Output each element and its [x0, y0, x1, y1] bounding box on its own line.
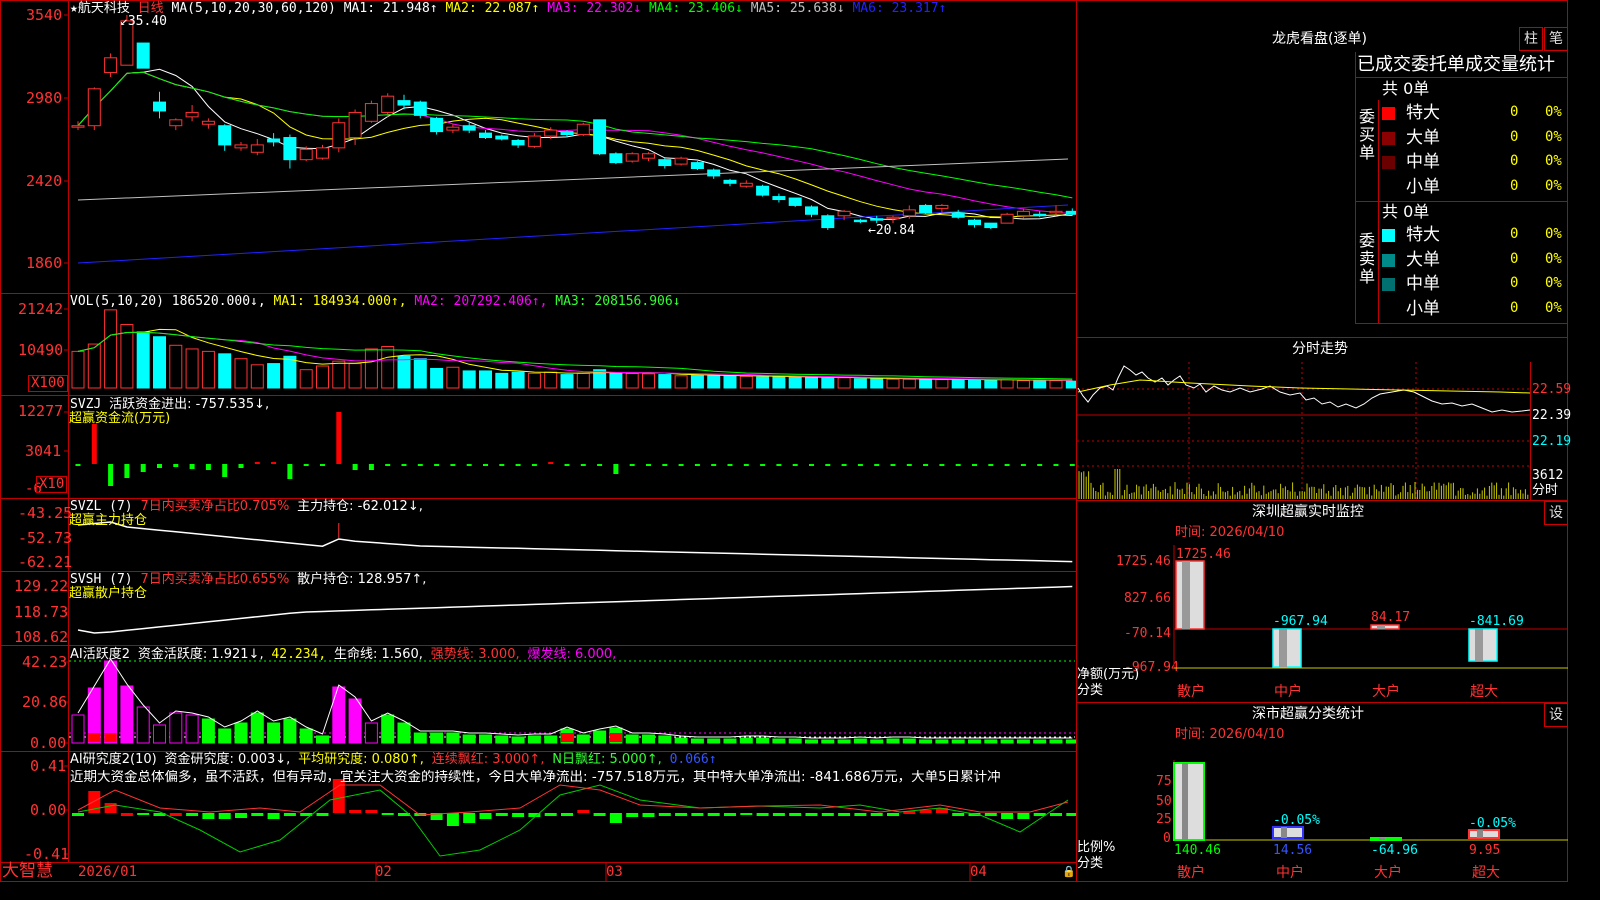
sz-class-bar-shade: [1182, 763, 1188, 840]
sz-class-category: 中户: [1276, 864, 1304, 881]
sz-class-category: 散户: [1177, 864, 1205, 881]
sz-class-category: 超大: [1472, 865, 1500, 881]
sz-class-bar: [1468, 829, 1500, 839]
sz-class-value-label: 140.46: [1174, 843, 1221, 858]
sz-class-chart: 140.46 散户 -0.05% 14.56 中户 -64.96 大户 -0.05% 9.95 超…: [1173, 760, 1568, 881]
sz-class-bar-shade: [1281, 827, 1287, 838]
sz-class-bar: [1272, 826, 1304, 839]
sz-class-bar: [1173, 762, 1205, 841]
sz-class-value-label: -64.96: [1371, 843, 1418, 858]
sz-class-bar-shade: [1379, 838, 1385, 840]
sz-class-category: 大户: [1374, 864, 1402, 881]
sz-class-bar-shade: [1477, 830, 1483, 838]
sz-class-value-label: 14.56: [1273, 843, 1312, 858]
sz-class-bar-group: -0.05% 14.56 中户: [1272, 813, 1320, 881]
sz-class-bar-group: 140.46 散户: [1173, 762, 1221, 881]
sz-class-value-label: 9.95: [1469, 843, 1500, 858]
sz-class-bar-group: -64.96 大户: [1370, 837, 1418, 881]
sz-class-bar: [1370, 837, 1402, 841]
sz-class-pct-label: -0.05%: [1273, 813, 1320, 828]
sz-class-bar-group: -0.05% 9.95 超大: [1468, 816, 1516, 881]
sz-class-pct-label: -0.05%: [1469, 816, 1516, 831]
